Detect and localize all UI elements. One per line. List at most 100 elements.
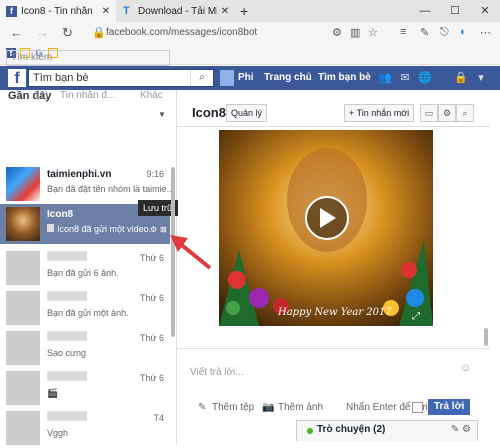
video-caption: Happy New Year 2017	[278, 307, 392, 318]
avatar	[6, 207, 40, 241]
ornament	[228, 271, 246, 289]
conversation-row[interactable]: Bạn đã gửi 6 ảnh. Thứ 6	[0, 248, 170, 288]
avatar[interactable]	[220, 70, 234, 86]
privacy-shortcuts-icon[interactable]: 🔒	[454, 71, 468, 85]
conversation-date: 9:16	[146, 169, 164, 179]
navigation-bar: ← → ↻ 🔒 facebook.com/messages/icon8bot ⚙…	[0, 22, 500, 44]
blurred-name	[47, 251, 87, 261]
conversation-search-input[interactable]: Tìm kiếm	[6, 50, 170, 66]
back-button[interactable]: ←	[10, 25, 23, 40]
blurred-name	[47, 331, 87, 341]
red-arrow-annotation	[170, 235, 212, 270]
facebook-logo-icon[interactable]: f	[8, 69, 26, 87]
favorite-star-icon[interactable]: ☆	[368, 26, 378, 39]
camera-icon: 📷	[262, 402, 275, 413]
play-icon	[320, 208, 336, 228]
conversation-row[interactable]: Bạn đã gửi một ảnh. Thứ 6	[0, 288, 170, 328]
chat-settings-icons[interactable]: ✎ ⚙	[451, 424, 471, 435]
blurred-name	[47, 371, 87, 381]
translate-icon[interactable]: ⚙	[332, 26, 342, 39]
conversation-date: Thứ 6	[139, 373, 164, 383]
close-window-button[interactable]: ✕	[470, 0, 500, 22]
composer-divider	[176, 348, 490, 349]
other-tab[interactable]: Khác	[140, 90, 163, 101]
more-icon[interactable]: ⋯	[480, 26, 491, 39]
conversation-snippet: Sao cưng	[47, 348, 87, 358]
conversation-date: Thứ 6	[139, 333, 164, 343]
conversation-snippet: Icon8 đã gửi một video.	[47, 224, 151, 234]
ornament	[401, 262, 417, 278]
conversation-row[interactable]: taimienphi.vn Bạn đã đặt tên nhóm là tai…	[0, 164, 174, 204]
forward-button[interactable]: →	[36, 25, 49, 40]
search-icon[interactable]: ⌕	[456, 104, 474, 122]
reload-button[interactable]: ↻	[62, 25, 73, 41]
composer-actions: ✎ Thêm tệp 📷 Thêm ảnh Nhấn Enter để gửi …	[176, 396, 490, 420]
avatar	[6, 371, 40, 405]
profile-link[interactable]: Phi	[238, 72, 254, 83]
conversation-name: Icon8	[47, 209, 74, 220]
conversation-snippet: Bạn đã đặt tên nhóm là taimie...	[47, 184, 175, 194]
attach-file-button[interactable]: Thêm tệp	[212, 402, 254, 413]
chevron-down-icon[interactable]: ▼	[158, 110, 166, 119]
chat-label: Trò chuyện (2)	[317, 424, 386, 435]
settings-icon[interactable]: ⚙	[150, 225, 157, 234]
avatar	[6, 167, 40, 201]
avatar	[6, 291, 40, 325]
share-icon[interactable]: ⎋	[440, 26, 449, 39]
close-icon[interactable]: ✕	[102, 6, 110, 17]
conversation-row[interactable]: 🎬 Thứ 6	[0, 368, 170, 408]
manage-button[interactable]: Quản lý	[226, 104, 268, 122]
tab-icon8[interactable]: f Icon8 - Tin nhắn ✕	[0, 0, 116, 22]
conversation-date: Thứ 6	[139, 253, 164, 263]
video-call-icon[interactable]: ▭	[420, 104, 438, 122]
notifications-icon[interactable]: 🌐	[418, 71, 432, 85]
chat-bar[interactable]: Trò chuyện (2) ✎ ⚙	[296, 420, 478, 441]
address-bar[interactable]: facebook.com/messages/icon8bot	[106, 24, 326, 42]
hub-icon[interactable]: ≡	[400, 26, 406, 38]
search-icon[interactable]: ⌕	[190, 70, 213, 86]
conversation-name: taimienphi.vn	[47, 169, 112, 180]
conversation-snippet: 🎬	[47, 388, 59, 398]
conversation-date: Thứ 6	[139, 293, 164, 303]
attach-photo-button[interactable]: Thêm ảnh	[278, 402, 323, 413]
tab-download[interactable]: T Download - Tải Miễn Phí VN ✕	[117, 0, 235, 22]
new-message-button[interactable]: + Tin nhắn mới	[344, 104, 415, 122]
home-link[interactable]: Trang chủ	[264, 72, 312, 83]
new-tab-button[interactable]: +	[240, 3, 248, 19]
maximize-button[interactable]: ☐	[440, 0, 470, 22]
press-enter-checkbox[interactable]	[412, 402, 423, 413]
emoji-icon[interactable]: ☺	[460, 362, 471, 374]
web-note-icon[interactable]: ✎	[420, 26, 429, 39]
video-icon	[47, 224, 54, 232]
avatar	[6, 331, 40, 365]
minimize-button[interactable]: —	[410, 0, 440, 22]
facebook-favicon-icon: f	[6, 5, 17, 17]
avatar	[6, 411, 40, 445]
find-friends-link[interactable]: Tìm bạn bè	[318, 72, 371, 83]
close-icon[interactable]: ✕	[221, 6, 229, 17]
ornament	[406, 289, 424, 307]
reply-button[interactable]: Trả lời	[428, 399, 471, 415]
tab-title: Download - Tải Miễn Phí VN	[138, 5, 217, 17]
account-menu-icon[interactable]: ▾	[474, 71, 488, 85]
messages-icon[interactable]: ✉	[398, 71, 412, 85]
message-requests-tab[interactable]: Tin nhắn đ...	[60, 90, 115, 101]
gear-icon[interactable]: ⚙	[438, 104, 456, 122]
scrollbar[interactable]	[484, 328, 488, 346]
friend-search-input[interactable]: Tìm bạn bè	[28, 69, 214, 87]
taimienphi-favicon-icon: T	[123, 4, 130, 17]
conversation-row[interactable]: Vggh T4	[0, 408, 170, 448]
conversation-snippet: Bạn đã gửi một ảnh.	[47, 308, 129, 318]
archive-icon[interactable]: ⊠	[160, 225, 167, 234]
friend-requests-icon[interactable]: 👥	[378, 71, 392, 85]
tab-title: Icon8 - Tin nhắn	[21, 5, 93, 17]
reply-input[interactable]: Viết trả lời...	[190, 367, 244, 378]
fullscreen-icon[interactable]: ⤢	[412, 311, 420, 322]
extension-icon[interactable]: ◐	[460, 26, 467, 38]
conversation-title: Icon8	[192, 105, 226, 120]
conversation-date: T4	[153, 413, 164, 423]
reading-view-icon[interactable]: ▥	[350, 26, 360, 39]
conversation-row[interactable]: Sao cưng Thứ 6	[0, 328, 170, 368]
blurred-name	[47, 291, 87, 301]
facebook-header: f Tìm bạn bè ⌕ Phi Trang chủ Tìm bạn bè …	[0, 66, 500, 90]
